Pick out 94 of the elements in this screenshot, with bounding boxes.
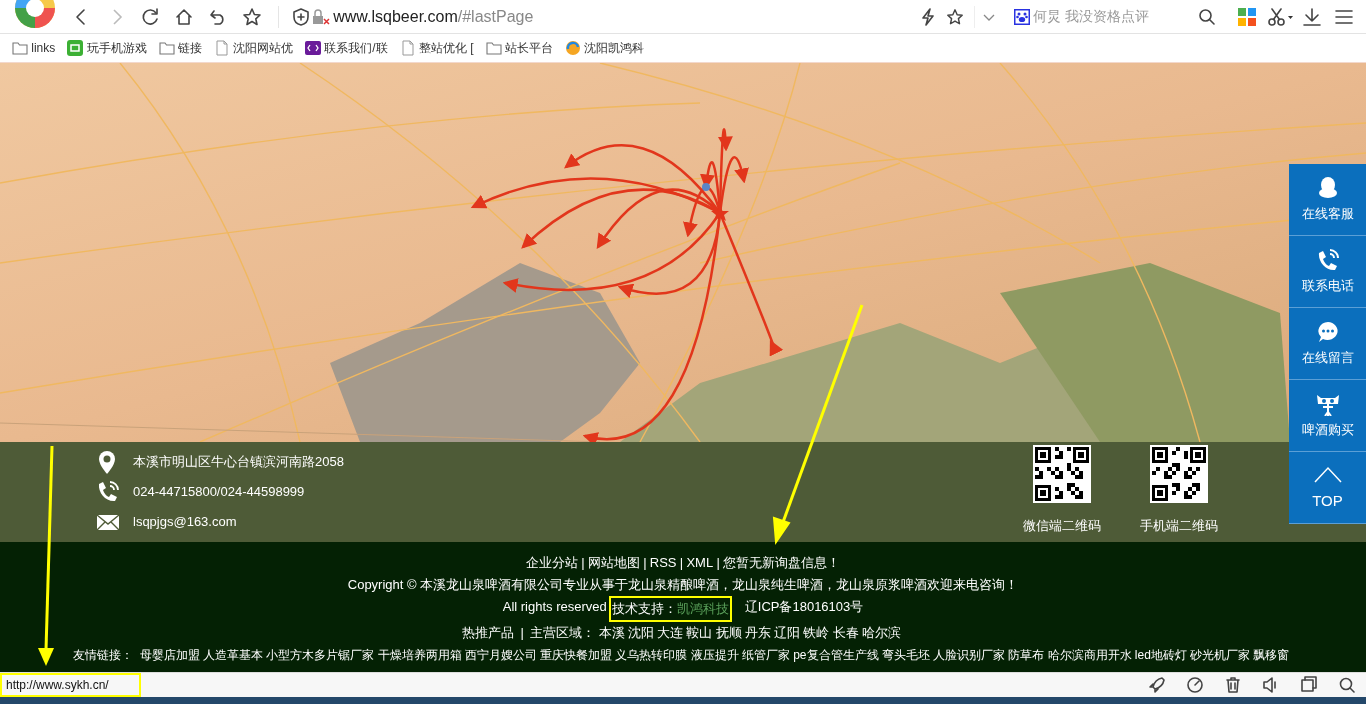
- bookmark-link[interactable]: links: [31, 39, 56, 57]
- rocket-icon[interactable]: [1148, 676, 1166, 694]
- friend-link[interactable]: 纸管厂家: [741, 648, 790, 662]
- paw-icon[interactable]: [1013, 8, 1030, 25]
- star-icon[interactable]: [945, 7, 964, 26]
- apps-grid-icon[interactable]: [1238, 7, 1256, 26]
- bookmark-link[interactable]: 玩手机游戏: [86, 39, 147, 57]
- search-icon[interactable]: [1338, 676, 1356, 694]
- float-top-button[interactable]: TOP: [1289, 452, 1366, 524]
- friend-link[interactable]: led地砖灯: [1134, 648, 1187, 662]
- friend-link[interactable]: 干燥培养两用箱: [377, 648, 462, 662]
- contact-text: 024-44715800/024-44598999: [133, 483, 305, 502]
- reload-icon[interactable]: [140, 6, 160, 27]
- download-icon[interactable]: [1302, 6, 1322, 27]
- region-link[interactable]: 辽阳: [774, 625, 801, 640]
- region-link[interactable]: 丹东: [744, 625, 771, 640]
- qr-code: [1033, 445, 1091, 503]
- separator-text: |: [520, 625, 524, 640]
- region-link[interactable]: 鞍山: [686, 625, 713, 640]
- footer-link[interactable]: 网站地图: [587, 555, 640, 570]
- friend-link[interactable]: 母婴店加盟: [139, 648, 200, 662]
- friend-link[interactable]: 哈尔滨商用开水: [1047, 648, 1132, 662]
- region-label: 主营区域：: [530, 625, 596, 640]
- region-link[interactable]: 沈阳: [627, 625, 654, 640]
- chat-bubble-icon: [1315, 319, 1340, 344]
- insecure-lock-icon[interactable]: [312, 8, 330, 25]
- friend-links-label: 友情链接：: [73, 648, 134, 662]
- game-icon: [67, 40, 84, 56]
- bookmark-link[interactable]: 沈阳凯鸿科: [584, 39, 645, 57]
- bookmark-link[interactable]: 沈阳网站优: [233, 39, 293, 57]
- support-link[interactable]: 凯鸿科技: [676, 598, 729, 620]
- footer-link[interactable]: XML: [686, 555, 714, 570]
- icp-text: 辽ICP备18016103号: [744, 598, 864, 616]
- folder-icon: [12, 40, 28, 56]
- qr-code-label: 微信端二维码: [1023, 517, 1101, 535]
- page-icon: [399, 40, 416, 56]
- footer-link[interactable]: 您暂无新询盘信息！: [723, 555, 840, 570]
- float-service-button[interactable]: 在线客服: [1289, 164, 1366, 236]
- folder-icon: [485, 40, 502, 56]
- swirl-icon: [564, 40, 581, 56]
- bookmark-link[interactable]: 整站优化 [: [418, 39, 474, 57]
- contact-text: 本溪市明山区牛心台镇滨河南路2058: [133, 453, 344, 472]
- page-icon: [213, 40, 230, 56]
- lightning-icon[interactable]: [919, 7, 936, 26]
- qr-code-label: 手机端二维码: [1140, 517, 1218, 535]
- separator-text: |: [581, 555, 585, 570]
- friend-link[interactable]: 飘移窗: [1253, 648, 1290, 662]
- star-icon[interactable]: [242, 6, 262, 27]
- region-link[interactable]: 抚顺: [715, 625, 742, 640]
- separator-text: |: [679, 555, 684, 570]
- friend-link[interactable]: 人脸识别厂家: [933, 648, 1006, 662]
- address-bar-url[interactable]: www.lsqbeer.com/#lastPage: [333, 4, 534, 29]
- footer-link[interactable]: 企业分站: [526, 555, 578, 570]
- browser-logo[interactable]: [14, 0, 56, 30]
- home-icon[interactable]: [174, 6, 194, 27]
- bookmark-link[interactable]: 链接: [177, 39, 202, 57]
- bookmark-link[interactable]: 站长平台: [504, 39, 553, 57]
- qr-code: [1150, 445, 1208, 503]
- float-service-button[interactable]: 联系电话: [1289, 236, 1366, 308]
- contact-text: lsqpjgs@163.com: [133, 513, 237, 532]
- float-service-button[interactable]: 啤酒购买: [1289, 380, 1366, 452]
- trash-icon[interactable]: [1224, 676, 1242, 694]
- bookmark-link[interactable]: 联系我们/联: [324, 39, 388, 57]
- friend-link[interactable]: 防草布: [1008, 648, 1045, 662]
- separator-text: |: [716, 555, 720, 570]
- region-link[interactable]: 铁岭: [803, 625, 830, 640]
- float-service-button[interactable]: 在线留言: [1289, 308, 1366, 380]
- rights-text: All rights reserved: [502, 598, 607, 616]
- search-icon[interactable]: [1198, 7, 1216, 26]
- footer-link[interactable]: RSS: [649, 555, 677, 570]
- gauge-icon[interactable]: [1186, 676, 1204, 694]
- friend-link[interactable]: 西宁月嫂公司: [464, 648, 537, 662]
- scissors-icon[interactable]: [1268, 7, 1294, 26]
- folder-icon: [158, 40, 175, 56]
- friend-link[interactable]: 义乌热转印膜: [615, 648, 688, 662]
- friend-link[interactable]: pe复合管生产线: [793, 648, 879, 662]
- friend-link[interactable]: 液压提升: [690, 648, 739, 662]
- region-link[interactable]: 哈尔滨: [861, 625, 901, 640]
- shield-icon[interactable]: [293, 7, 309, 26]
- region-link[interactable]: 大连: [657, 625, 684, 640]
- app-icon: [305, 40, 321, 56]
- footer-link[interactable]: 热推产品: [461, 625, 514, 640]
- window-icon[interactable]: [1300, 676, 1318, 694]
- status-url: http://www.sykh.cn/: [0, 673, 141, 697]
- region-link[interactable]: 长春: [832, 625, 859, 640]
- friend-link[interactable]: 弯头毛坯: [881, 648, 930, 662]
- copyright-text: Copyright © 本溪龙山泉啤酒有限公司专业从事于龙山泉精酿啤酒，龙山泉纯生啤酒，龙山泉原浆啤酒欢迎来电咨询！: [347, 576, 1019, 594]
- friend-link[interactable]: 小型方木多片锯厂家: [266, 648, 375, 662]
- region-link[interactable]: 本溪: [598, 625, 625, 640]
- friend-link[interactable]: 重庆快餐加盟: [540, 648, 613, 662]
- support-label: 技术支持：: [611, 600, 677, 618]
- friend-link[interactable]: 人造革基本: [203, 648, 264, 662]
- friend-link[interactable]: 砂光机厂家: [1190, 648, 1251, 662]
- separator-text: |: [643, 555, 647, 570]
